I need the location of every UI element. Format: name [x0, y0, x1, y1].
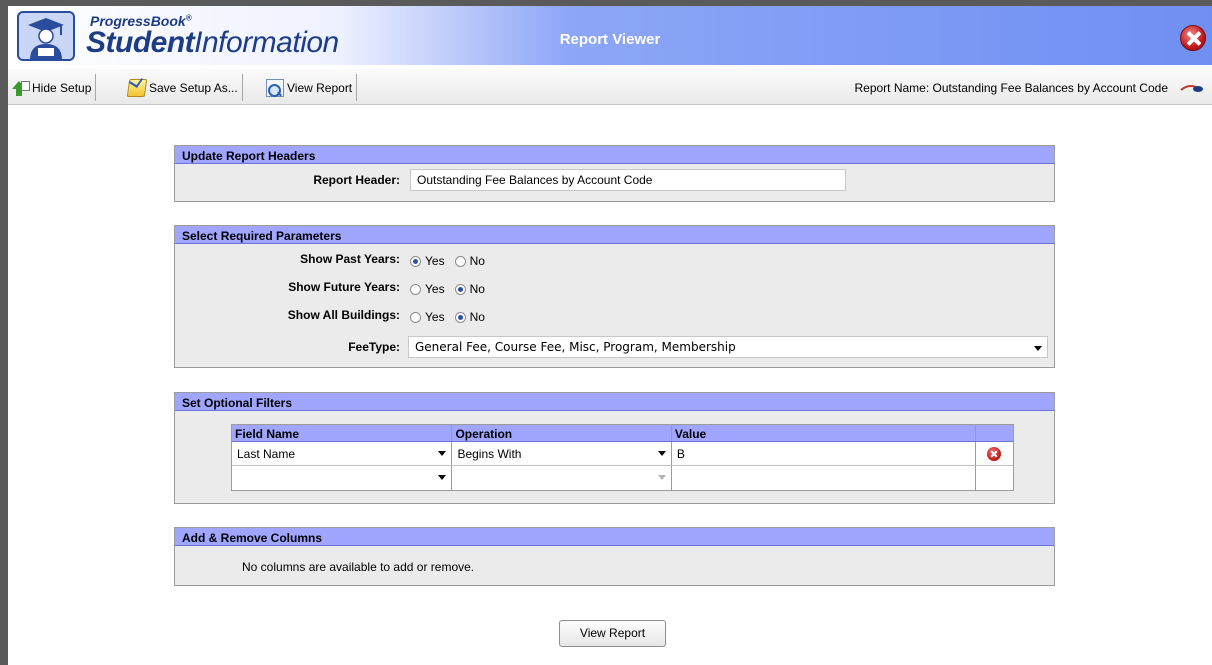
- delete-icon[interactable]: [987, 447, 1002, 461]
- show-future-years-radio-group: Yes No: [410, 282, 495, 296]
- add-remove-columns-panel: Add & Remove Columns No columns are avai…: [174, 527, 1055, 586]
- show-all-buildings-radio-group: Yes No: [410, 310, 495, 324]
- empty-action-cell: [976, 466, 1013, 490]
- radio-button[interactable]: [454, 283, 466, 295]
- panel-title: Add & Remove Columns: [175, 528, 1054, 546]
- radio-button[interactable]: [410, 283, 421, 295]
- swoosh-icon: [1180, 85, 1203, 92]
- save-folder-icon: [126, 78, 148, 97]
- column-header-field-name: Field Name: [232, 425, 453, 441]
- chevron-down-icon[interactable]: [438, 451, 447, 456]
- value-input[interactable]: [672, 466, 977, 490]
- required-parameters-panel: Select Required Parameters Show Past Yea…: [174, 225, 1055, 368]
- column-header-actions: [976, 425, 1013, 441]
- table-row: [232, 466, 1013, 490]
- show-past-years-radio-group: Yes No: [410, 254, 495, 268]
- past-years-no-option[interactable]: No: [454, 254, 485, 268]
- view-report-toolbar-button[interactable]: View Report: [266, 74, 358, 101]
- panel-title: Update Report Headers: [175, 146, 1054, 164]
- chevron-down-icon: [657, 475, 666, 480]
- update-report-headers-panel: Update Report Headers Report Header: Out…: [174, 145, 1055, 202]
- radio-button[interactable]: [410, 311, 421, 323]
- close-icon[interactable]: [1180, 25, 1206, 51]
- show-all-buildings-label: Show All Buildings:: [287, 308, 400, 322]
- value-input[interactable]: B: [672, 442, 977, 465]
- view-report-toolbar-label: View Report: [287, 80, 353, 95]
- show-future-years-label: Show Future Years:: [288, 280, 400, 294]
- radio-button[interactable]: [454, 311, 466, 323]
- report-header-input[interactable]: Outstanding Fee Balances by Account Code: [410, 169, 846, 191]
- fee-type-select[interactable]: General Fee, Course Fee, Misc, Program, …: [408, 336, 1048, 358]
- filters-grid-header: Field Name Operation Value: [232, 425, 1013, 442]
- all-buildings-yes-option[interactable]: Yes: [410, 310, 445, 324]
- toolbar: Hide Setup Save Setup As... View Report …: [8, 69, 1212, 105]
- radio-button[interactable]: [410, 255, 421, 267]
- panel-title: Set Optional Filters: [175, 393, 1054, 411]
- save-setup-as-button[interactable]: Save Setup As...: [126, 74, 243, 101]
- view-report-button[interactable]: View Report: [559, 620, 666, 647]
- radio-button[interactable]: [454, 255, 466, 267]
- app-header: ProgressBook® StudentInformation Report …: [8, 6, 1212, 65]
- column-header-value: Value: [672, 425, 977, 441]
- chevron-down-icon[interactable]: [438, 475, 447, 480]
- filters-grid: Field Name Operation Value Last Name Beg…: [231, 424, 1014, 491]
- fee-type-value: General Fee, Course Fee, Misc, Program, …: [415, 340, 736, 354]
- field-name-select[interactable]: Last Name: [232, 442, 453, 465]
- fee-type-label: FeeType:: [348, 340, 400, 354]
- field-name-select[interactable]: [232, 466, 453, 490]
- all-buildings-no-option[interactable]: No: [454, 310, 485, 324]
- show-past-years-label: Show Past Years:: [300, 252, 400, 266]
- operation-select[interactable]: [452, 466, 672, 490]
- window-title: Report Viewer: [559, 31, 661, 48]
- table-row: Last Name Begins With B: [232, 442, 1013, 466]
- chevron-down-icon[interactable]: [1034, 346, 1042, 351]
- report-name-text: Report Name: Outstanding Fee Balances by…: [854, 81, 1168, 95]
- past-years-yes-option[interactable]: Yes: [410, 254, 445, 268]
- hide-setup-label: Hide Setup: [32, 80, 92, 95]
- hide-setup-button[interactable]: Hide Setup: [11, 74, 97, 101]
- chevron-down-icon[interactable]: [657, 451, 666, 456]
- no-columns-message: No columns are available to add or remov…: [242, 560, 475, 574]
- operation-select[interactable]: Begins With: [452, 442, 672, 465]
- optional-filters-panel: Set Optional Filters Field Name Operatio…: [174, 392, 1055, 504]
- report-header-label: Report Header:: [313, 173, 400, 187]
- future-years-yes-option[interactable]: Yes: [410, 282, 445, 296]
- hide-setup-icon: [11, 79, 30, 97]
- save-setup-as-label: Save Setup As...: [149, 80, 238, 95]
- future-years-no-option[interactable]: No: [454, 282, 485, 296]
- delete-row-cell: [976, 442, 1013, 465]
- column-header-operation: Operation: [452, 425, 672, 441]
- magnifier-document-icon: [266, 78, 284, 97]
- panel-title: Select Required Parameters: [175, 226, 1054, 244]
